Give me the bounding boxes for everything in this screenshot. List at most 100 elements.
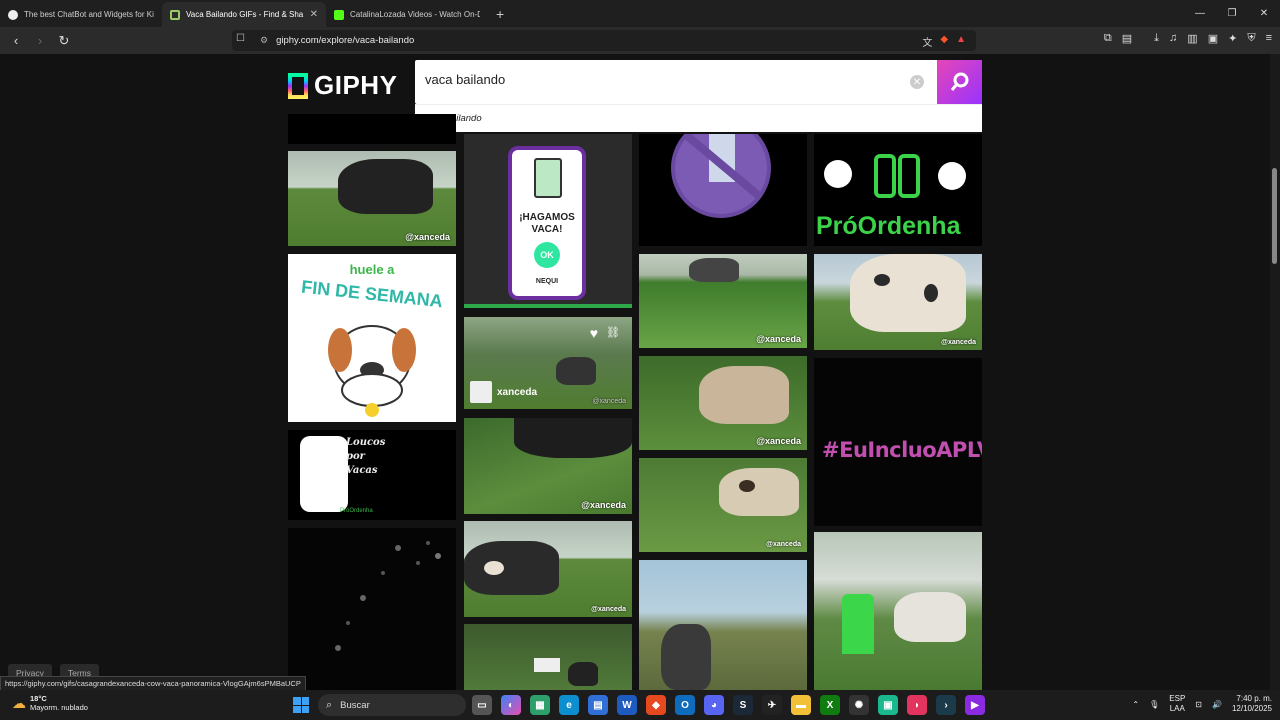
cow-image bbox=[661, 624, 711, 690]
brave-rewards-icon[interactable]: ▲ bbox=[956, 34, 966, 49]
search-input[interactable]: vaca bailando bbox=[425, 72, 505, 87]
volume-icon[interactable]: 🔊 bbox=[1212, 700, 1222, 709]
new-tab-button[interactable]: + bbox=[496, 6, 504, 22]
bookmark-icon[interactable]: ☐ bbox=[236, 33, 245, 44]
cow-spot bbox=[874, 274, 890, 286]
wallet-icon[interactable]: ▣ bbox=[1208, 32, 1218, 45]
gif-tile[interactable]: huele a FIN DE SEMANA bbox=[288, 254, 456, 422]
gif-tile[interactable]: PróOrdenha bbox=[814, 134, 982, 246]
channel-name[interactable]: xanceda bbox=[497, 387, 537, 398]
vpn-icon[interactable]: ⛨ bbox=[1247, 32, 1255, 45]
gif-tile[interactable]: @xanceda bbox=[639, 356, 807, 450]
forward-button[interactable]: › bbox=[30, 31, 50, 51]
tray-overflow-icon[interactable]: ⌃ bbox=[1132, 700, 1139, 709]
back-button[interactable]: ‹ bbox=[6, 31, 26, 51]
site-info-icon[interactable]: ⚙ bbox=[260, 35, 268, 46]
reload-button[interactable]: ↻ bbox=[54, 31, 74, 51]
clock[interactable]: 7:40 p. m. 12/10/2025 bbox=[1232, 694, 1272, 714]
store-icon[interactable]: ▤ bbox=[588, 695, 608, 715]
close-window-button[interactable]: ✕ bbox=[1248, 0, 1280, 27]
window-controls: — ❐ ✕ bbox=[1184, 0, 1280, 27]
edge-icon[interactable]: e bbox=[559, 695, 579, 715]
address-bar[interactable]: ⚙ giphy.com/explore/vaca-bailando 文 ◆ ▲ bbox=[232, 30, 976, 51]
translate-icon[interactable]: 文 bbox=[922, 34, 932, 49]
tab-kick[interactable]: CatalinaLozada Videos - Watch On-D bbox=[326, 2, 488, 27]
search-suggestion[interactable]: vaca bailando bbox=[415, 104, 982, 132]
discord-icon[interactable]: ◕ bbox=[704, 695, 724, 715]
gif-tile[interactable]: Loucos por Vacas PróOrdenha bbox=[288, 430, 456, 520]
app-green-icon[interactable]: ▣ bbox=[878, 695, 898, 715]
chatgpt-icon[interactable]: ✺ bbox=[849, 695, 869, 715]
copy-link-icon[interactable]: ⛓ bbox=[606, 326, 620, 339]
favorite-heart-icon[interactable]: ♥ bbox=[590, 325, 598, 341]
cow-image bbox=[514, 418, 632, 458]
gif-tile[interactable] bbox=[639, 134, 807, 246]
restore-button[interactable]: ❐ bbox=[1216, 0, 1248, 27]
scrollbar-thumb[interactable] bbox=[1272, 168, 1277, 264]
leo-ai-icon[interactable]: ✦ bbox=[1228, 32, 1237, 45]
gif-title: PróOrdenha bbox=[816, 212, 961, 240]
gif-tile[interactable] bbox=[288, 114, 456, 144]
gif-tile-hovered[interactable]: ♥ ⛓ xanceda @xanceda bbox=[464, 317, 632, 409]
clock-time: 7:40 p. m. bbox=[1236, 694, 1272, 703]
copilot-icon[interactable]: ◐ bbox=[501, 695, 521, 715]
language-indicator[interactable]: ESP LAA bbox=[1169, 694, 1185, 714]
gif-tile[interactable]: @xanceda bbox=[814, 254, 982, 350]
extensions-icon[interactable]: ⧉ bbox=[1104, 32, 1112, 45]
brave-icon[interactable]: ◆ bbox=[646, 695, 666, 715]
giphy-logo-text: GIPHY bbox=[314, 70, 398, 100]
cow-spot bbox=[924, 284, 938, 302]
weather-widget[interactable]: ☁ 18°C Mayorm. nublado bbox=[12, 694, 88, 712]
close-tab-icon[interactable]: ✕ bbox=[310, 9, 318, 20]
tab-strip: The best ChatBot and Widgets for Ki Vaca… bbox=[0, 0, 1280, 27]
gif-creator-tag: @xanceda bbox=[581, 500, 626, 510]
dog-illustration bbox=[328, 325, 416, 417]
word-icon[interactable]: W bbox=[617, 695, 637, 715]
taskbar-search[interactable]: ⌕ Buscar bbox=[318, 694, 466, 716]
gif-tile[interactable]: @xanceda bbox=[639, 458, 807, 552]
channel-avatar[interactable] bbox=[470, 381, 492, 403]
gif-tile[interactable]: #EuIncluoAPLV bbox=[814, 358, 982, 526]
gif-tile[interactable]: @xanceda bbox=[288, 151, 456, 246]
widgets-icon[interactable]: ▦ bbox=[530, 695, 550, 715]
media-player-icon[interactable]: ▶ bbox=[965, 695, 985, 715]
gif-tile[interactable] bbox=[814, 532, 982, 690]
tab-chatbot[interactable]: The best ChatBot and Widgets for Ki bbox=[0, 2, 162, 27]
msi-icon[interactable]: ✈ bbox=[762, 695, 782, 715]
sidebar-icon[interactable]: ▥ bbox=[1187, 32, 1197, 45]
gif-tile[interactable] bbox=[288, 528, 456, 690]
giphy-logo[interactable]: GIPHY bbox=[288, 70, 397, 101]
gif-tile[interactable] bbox=[464, 624, 632, 690]
gif-tile[interactable]: @xanceda bbox=[639, 254, 807, 348]
tab-search-icon[interactable]: ▤ bbox=[1122, 32, 1132, 45]
gif-tile[interactable]: @xanceda bbox=[464, 418, 632, 514]
file-explorer-icon[interactable]: ▬ bbox=[791, 695, 811, 715]
gif-creator-tag: @xanceda bbox=[405, 232, 450, 242]
gif-tile[interactable] bbox=[639, 560, 807, 690]
page-scrollbar[interactable] bbox=[1270, 54, 1280, 690]
start-button[interactable] bbox=[293, 697, 309, 713]
steam-icon[interactable]: S bbox=[733, 695, 753, 715]
fence-sign bbox=[534, 658, 560, 672]
clear-search-icon[interactable]: ✕ bbox=[910, 75, 924, 89]
gif-creator-tag: @xanceda bbox=[756, 334, 801, 344]
brave-shields-icon[interactable]: ◆ bbox=[940, 34, 948, 49]
microphone-icon[interactable]: 🎙 bbox=[1149, 700, 1159, 709]
tab-giphy[interactable]: Vaca Bailando GIFs - Find & Sha ✕ bbox=[162, 2, 326, 27]
terminal-icon[interactable]: › bbox=[936, 695, 956, 715]
gif-tile[interactable]: ¡HAGAMOS VACA! OK NEQUI bbox=[464, 134, 632, 308]
xbox-icon[interactable]: X bbox=[820, 695, 840, 715]
app-pink-icon[interactable]: ◗ bbox=[907, 695, 927, 715]
gif-tile[interactable]: @xanceda bbox=[464, 521, 632, 617]
task-view-icon[interactable]: ▭ bbox=[472, 695, 492, 715]
tab-title: Vaca Bailando GIFs - Find & Sha bbox=[186, 10, 304, 19]
cow-image bbox=[894, 592, 966, 642]
download-icon[interactable]: ⤓ bbox=[1154, 32, 1159, 45]
network-icon[interactable]: ⊡ bbox=[1195, 700, 1202, 709]
outlook-icon[interactable]: O bbox=[675, 695, 695, 715]
search-button[interactable] bbox=[937, 60, 982, 104]
minimize-button[interactable]: — bbox=[1184, 0, 1216, 27]
media-icon[interactable]: ♫ bbox=[1169, 32, 1177, 45]
nequi-phone-card: ¡HAGAMOS VACA! OK NEQUI bbox=[508, 146, 586, 300]
menu-icon[interactable]: ≡ bbox=[1266, 32, 1272, 45]
